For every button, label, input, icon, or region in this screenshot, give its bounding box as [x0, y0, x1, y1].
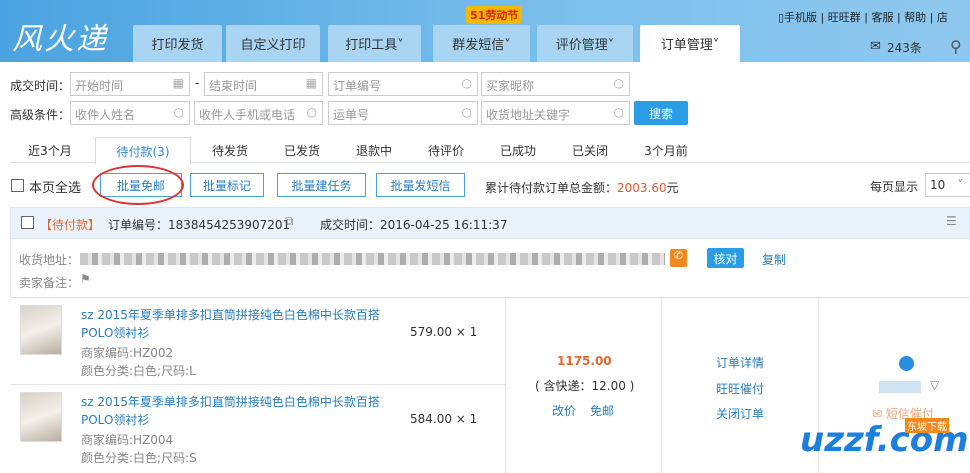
order-number: 订单编号：1838454253907201 [108, 218, 291, 232]
free-shipping-link[interactable]: 免邮 [590, 402, 614, 419]
copy-icon[interactable]: ⧉ [285, 214, 294, 229]
per-page-label: 每页显示 [870, 180, 919, 194]
mail-icon[interactable]: ✉ [870, 39, 881, 54]
nav-print-ship[interactable]: 打印发货 [133, 25, 222, 62]
close-order-link[interactable]: 关闭订单 [716, 405, 764, 422]
tab-pending-payment[interactable]: 待付款(3) [95, 137, 191, 165]
remark-label: 卖家备注： [19, 276, 80, 290]
logo[interactable]: 风火递 [12, 14, 108, 58]
nav-order-management[interactable]: 订单管理˅ [640, 25, 740, 62]
buyer-name-blurred[interactable] [879, 381, 921, 393]
nav-print-tools[interactable]: 打印工具˅ [328, 25, 421, 62]
phone-icon[interactable]: ✆ [670, 249, 687, 267]
tab-older[interactable]: 3个月前 [632, 137, 700, 163]
order-checkbox[interactable] [21, 216, 34, 229]
search-icon: ○ [461, 76, 472, 90]
product-sku: 商家编码:HZ002 [81, 346, 174, 360]
waybill-input[interactable]: 运单号 ○ [328, 101, 478, 125]
top-links[interactable]: ▯手机版 | 旺旺群 | 客服 | 帮助 | 店 [778, 9, 948, 25]
product-price: 584.00 × 1 [410, 412, 478, 426]
search-icon: ○ [461, 105, 472, 119]
tab-closed[interactable]: 已关闭 [560, 137, 620, 163]
tab-3-months[interactable]: 近3个月 [15, 137, 85, 163]
product-spec: 颜色分类:白色;尺码:S [81, 451, 197, 465]
order-info-area [10, 239, 970, 297]
search-icon: ○ [306, 105, 317, 119]
promo-badge[interactable]: 51劳动节 [466, 6, 523, 24]
calendar-icon: ▦ [305, 76, 317, 90]
product-spec: 颜色分类:白色;尺码:L [81, 364, 196, 378]
address-blurred [80, 253, 665, 265]
tab-refunding[interactable]: 退款中 [344, 137, 404, 163]
order-detail-link[interactable]: 订单详情 [716, 354, 764, 371]
search-icon: ○ [613, 76, 624, 90]
verify-button[interactable]: 核对 [707, 248, 744, 268]
search-icon: ○ [613, 105, 624, 119]
copy-address-link[interactable]: 复制 [762, 251, 786, 268]
nav-bulk-sms[interactable]: 群发短信˅ [433, 25, 530, 62]
product-title-link[interactable]: sz 2015年夏季单排多扣直筒拼接纯色白色棉中长款百搭POLO领衬衫 [81, 306, 381, 342]
product-thumbnail[interactable] [20, 305, 62, 355]
end-time-input[interactable]: 结束时间 ▦ [204, 72, 323, 96]
nav-custom-print[interactable]: 自定义打印 [226, 25, 320, 62]
product-thumbnail[interactable] [20, 392, 62, 442]
filter-icon[interactable]: ▽ [930, 378, 939, 392]
tab-success[interactable]: 已成功 [488, 137, 548, 163]
bulk-task-button[interactable]: 批量建任务 [277, 173, 366, 197]
tab-pending-review[interactable]: 待评价 [416, 137, 476, 163]
receiver-phone-input[interactable]: 收件人手机或电话 ○ [194, 101, 323, 125]
bulk-sms-button[interactable]: 批量发短信 [376, 173, 465, 197]
per-page-select[interactable]: 10 ˅ [925, 173, 970, 197]
message-count[interactable]: 243条 [887, 39, 922, 56]
buyer-nick-input[interactable]: 买家昵称 ○ [481, 72, 630, 96]
watermark-sub: 东坡下载 [905, 418, 949, 433]
select-all-label[interactable]: 本页全选 [29, 177, 81, 196]
tab-shipped[interactable]: 已发货 [272, 137, 332, 163]
highlight-circle [92, 165, 184, 205]
address-keyword-input[interactable]: 收货地址关键字 ○ [481, 101, 630, 125]
search-icon: ○ [173, 105, 184, 119]
tab-pending-ship[interactable]: 待发货 [200, 137, 260, 163]
bulk-mark-button[interactable]: 批量标记 [190, 173, 264, 197]
advanced-label: 高级条件： [10, 108, 71, 122]
order-status: 【待付款】 [40, 218, 101, 232]
select-all-checkbox[interactable] [11, 179, 24, 192]
divider [661, 297, 662, 473]
wangwang-icon[interactable] [899, 356, 914, 371]
divider [10, 297, 970, 298]
deal-time: 成交时间：2016-04-25 16:11:37 [320, 218, 508, 232]
shipping-fee: ( 含快递：12.00 ) [535, 379, 635, 393]
menu-icon[interactable]: ☰ [946, 214, 957, 228]
divider [10, 384, 505, 385]
flag-icon[interactable]: ⚑ [80, 272, 91, 286]
divider [505, 297, 506, 473]
deal-time-label: 成交时间： [10, 79, 71, 93]
order-no-input[interactable]: 订单编号 ○ [328, 72, 478, 96]
receiver-name-input[interactable]: 收件人姓名 ○ [70, 101, 190, 125]
user-icon[interactable]: ⚲ [950, 37, 962, 56]
product-title-link[interactable]: sz 2015年夏季单排多扣直筒拼接纯色白色棉中长款百搭POLO领衬衫 [81, 393, 381, 429]
search-button[interactable]: 搜索 [634, 101, 688, 125]
product-sku: 商家编码:HZ004 [81, 433, 174, 447]
product-price: 579.00 × 1 [410, 325, 478, 339]
order-total: 1175.00 [557, 354, 612, 368]
address-label: 收货地址： [19, 253, 80, 267]
calendar-icon: ▦ [172, 76, 184, 90]
nav-review[interactable]: 评价管理˅ [537, 25, 633, 62]
wangwang-remind-link[interactable]: 旺旺催付 [716, 380, 764, 397]
dash: - [195, 76, 200, 90]
start-time-input[interactable]: 开始时间 ▦ [70, 72, 190, 96]
change-price-link[interactable]: 改价 [552, 402, 576, 419]
total-summary: 累计待付款订单总金额：2003.60元 [485, 181, 679, 195]
